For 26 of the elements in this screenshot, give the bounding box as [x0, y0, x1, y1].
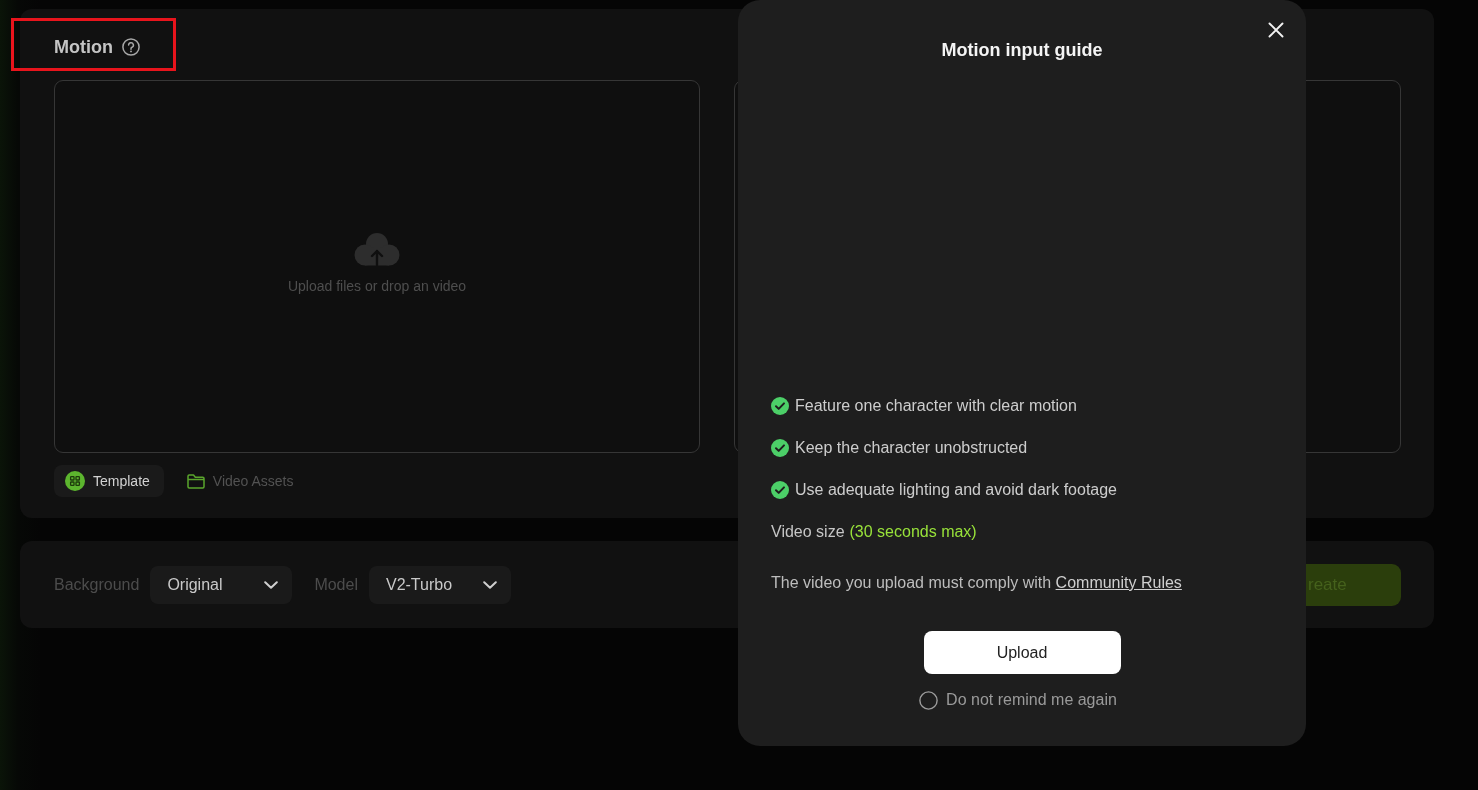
- community-rules-link[interactable]: Community Rules: [1055, 574, 1182, 591]
- chevron-down-icon: [264, 580, 279, 589]
- upload-button[interactable]: Upload: [923, 631, 1121, 674]
- radio-icon[interactable]: [919, 690, 939, 710]
- radio-label: Do not remind me again: [946, 691, 1117, 709]
- grid-icon: [65, 471, 85, 491]
- upload-hint: Upload files or drop an video: [287, 277, 467, 294]
- dialog-title: Motion input guide: [941, 39, 1103, 62]
- source-tab[interactable]: Template: [54, 465, 164, 497]
- dropdown[interactable]: Original: [150, 565, 293, 604]
- close-button[interactable]: [1266, 20, 1286, 40]
- guide-item: Use adequate lighting and avoid dark footage: [795, 481, 1117, 499]
- field-label: Model: [314, 575, 358, 594]
- chevron-down-icon: [482, 580, 497, 589]
- guide-item: Keep the character unobstructed: [795, 439, 1028, 457]
- dropdown[interactable]: V2-Turbo: [368, 565, 511, 604]
- help-icon[interactable]: [122, 38, 140, 56]
- size-limit-text: (30 seconds max): [849, 523, 977, 541]
- folder-icon: [186, 473, 205, 489]
- field-label: Background: [54, 575, 140, 594]
- section-title: Motion: [54, 36, 113, 58]
- guide-item: Feature one character with clear motion: [795, 397, 1077, 415]
- video-size-label: Video size: [771, 523, 845, 541]
- close-icon: [1268, 22, 1284, 38]
- cloud-upload-icon: [354, 231, 400, 266]
- compliance-notice: The video you upload must comply with Community Rules: [771, 573, 1183, 593]
